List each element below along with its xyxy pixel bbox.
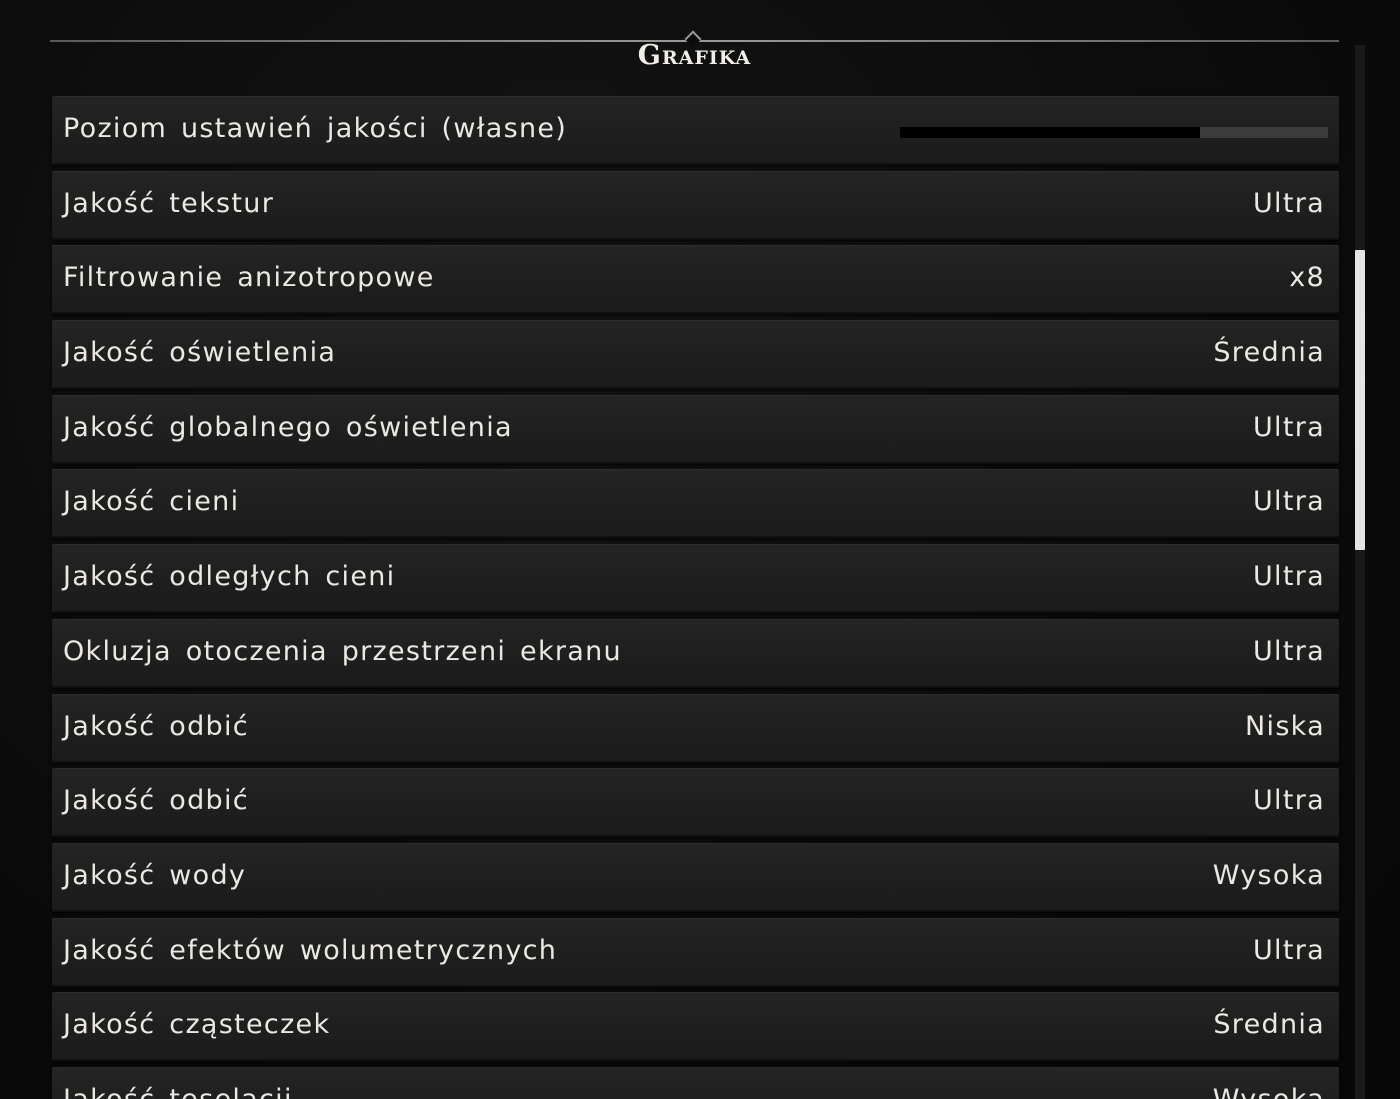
setting-row-quality-preset[interactable]: Poziom ustawień jakości (własne)	[52, 96, 1339, 165]
setting-label: Okluzja otoczenia przestrzeni ekranu	[63, 635, 622, 667]
setting-value[interactable]: Średnia	[1213, 1009, 1325, 1040]
setting-label: Jakość odbić	[63, 785, 249, 817]
setting-label: Jakość odległych cieni	[63, 561, 396, 593]
setting-row[interactable]: Jakość efektów wolumetrycznych Ultra	[52, 917, 1339, 987]
scrollbar-thumb[interactable]	[1355, 250, 1365, 550]
setting-label: Jakość tekstur	[63, 187, 275, 219]
setting-value[interactable]: Niska	[1245, 711, 1325, 742]
slider-fill	[900, 127, 1200, 138]
settings-list: Poziom ustawień jakości (własne) Jakość …	[52, 96, 1339, 1099]
setting-row[interactable]: Jakość cieni Ultra	[52, 469, 1339, 539]
setting-label: Jakość cieni	[63, 486, 240, 518]
setting-row[interactable]: Jakość globalnego oświetlenia Ultra	[52, 394, 1339, 464]
setting-row[interactable]: Okluzja otoczenia przestrzeni ekranu Ultr…	[52, 618, 1339, 688]
setting-value[interactable]: Ultra	[1253, 561, 1325, 592]
page-title: Grafika	[637, 40, 752, 71]
quality-preset-slider[interactable]	[900, 127, 1328, 138]
setting-label: Jakość wody	[63, 859, 247, 891]
setting-label: Poziom ustawień jakości (własne)	[63, 113, 568, 144]
setting-label: Jakość cząsteczek	[63, 1009, 331, 1041]
setting-value[interactable]: Ultra	[1253, 412, 1325, 443]
menu-header: Grafika	[50, 0, 1339, 96]
setting-row[interactable]: Jakość tekstur Ultra	[52, 170, 1339, 240]
setting-row[interactable]: Jakość odległych cieni Ultra	[52, 544, 1339, 614]
setting-row[interactable]: Jakość odbić Niska	[52, 693, 1339, 763]
setting-value[interactable]: Ultra	[1253, 785, 1325, 816]
scrollbar-track[interactable]	[1355, 45, 1365, 1099]
setting-row[interactable]: Filtrowanie anizotropowe x8	[52, 245, 1339, 315]
setting-label: Jakość teselacji	[63, 1084, 293, 1099]
setting-label: Jakość oświetlenia	[63, 337, 337, 369]
setting-value[interactable]: Ultra	[1253, 486, 1325, 517]
setting-value[interactable]: Wysoka	[1213, 1084, 1325, 1099]
setting-row[interactable]: Jakość oświetlenia Średnia	[52, 320, 1339, 390]
setting-value[interactable]: Ultra	[1253, 935, 1325, 966]
setting-label: Jakość odbić	[63, 710, 249, 742]
setting-label: Jakość globalnego oświetlenia	[63, 411, 513, 443]
setting-value[interactable]: Średnia	[1213, 337, 1325, 368]
setting-label: Filtrowanie anizotropowe	[63, 262, 435, 294]
setting-label: Jakość efektów wolumetrycznych	[63, 934, 558, 966]
setting-value[interactable]: Ultra	[1253, 188, 1325, 219]
setting-row[interactable]: Jakość cząsteczek Średnia	[52, 992, 1339, 1062]
setting-row[interactable]: Jakość teselacji Wysoka	[52, 1066, 1339, 1099]
setting-row[interactable]: Jakość wody Wysoka	[52, 842, 1339, 912]
setting-value[interactable]: Ultra	[1253, 636, 1325, 667]
setting-value[interactable]: x8	[1289, 262, 1325, 293]
setting-value[interactable]: Wysoka	[1213, 860, 1325, 891]
setting-row[interactable]: Jakość odbić Ultra	[52, 768, 1339, 838]
